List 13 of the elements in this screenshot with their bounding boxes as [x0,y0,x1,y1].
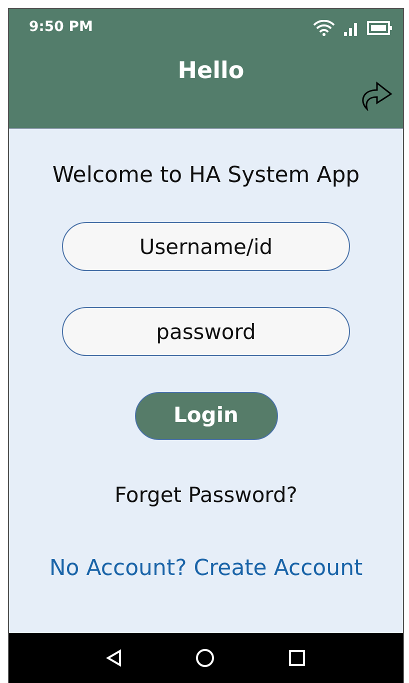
recent-apps-icon[interactable] [288,649,306,667]
home-icon[interactable] [194,648,215,668]
create-account-link[interactable]: No Account? Create Account [49,552,363,584]
password-field[interactable]: password [62,307,350,356]
username-field[interactable]: Username/id [62,222,350,271]
forgot-password-link[interactable]: Forget Password? [114,480,298,512]
status-time: 9:50 PM [29,18,93,37]
screen-title: Hello [178,57,244,86]
welcome-text: Welcome to HA System App [52,162,360,190]
battery-icon [367,20,393,36]
wifi-icon [313,20,335,36]
back-icon[interactable] [106,649,122,667]
login-button[interactable]: Login [134,392,278,440]
